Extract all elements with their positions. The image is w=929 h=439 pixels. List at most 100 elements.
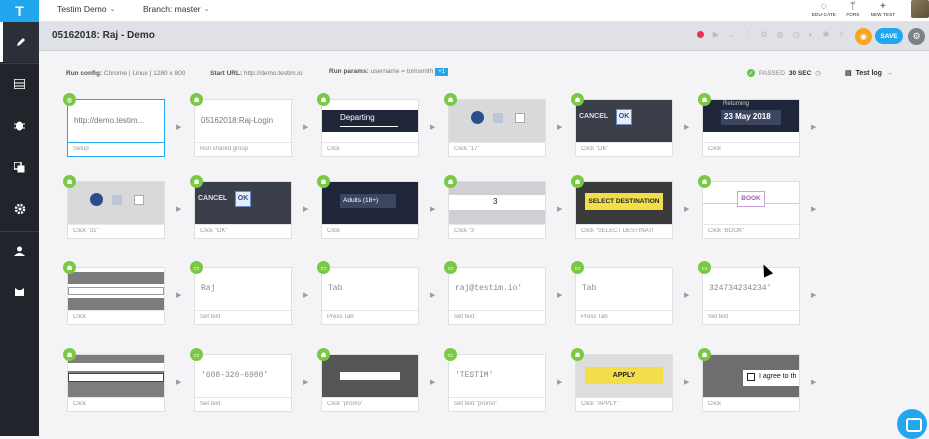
action-icon[interactable]: ☗ — [317, 348, 330, 361]
top-bar: Testim Demo ⌄ Branch: master ⌄ ◌ EDU-CATE ᛘ… — [39, 0, 929, 22]
keyboard-icon[interactable]: ◍ — [63, 93, 76, 106]
step-card[interactable]: I agree to th Click — [702, 354, 800, 412]
action-icon[interactable]: ☗ — [444, 93, 457, 106]
step-card[interactable]: 324734234234' Set text — [702, 267, 800, 325]
schedule-icon[interactable]: ◷ — [793, 30, 800, 39]
step-card[interactable]: Departing Click — [321, 99, 419, 157]
play-icon[interactable]: ▶ — [713, 30, 719, 39]
list-icon[interactable] — [0, 64, 39, 104]
settings-gear-icon[interactable]: ⚙ — [908, 28, 925, 45]
step-arrow-icon[interactable]: ▶ — [811, 123, 816, 131]
step-card[interactable]: BOOK Click "BOOK" — [702, 181, 800, 239]
fork-button[interactable]: ᛘ FORK — [838, 1, 868, 21]
action-icon[interactable]: ☗ — [698, 175, 711, 188]
action-icon[interactable]: ☗ — [63, 261, 76, 274]
bug-report-icon[interactable]: ✱ — [823, 30, 830, 39]
step-card[interactable]: 05162018:Raj-Login Run shared group — [194, 99, 292, 157]
step-card[interactable]: Click "31" — [67, 181, 165, 239]
step-card[interactable]: Click "17" — [448, 99, 546, 157]
step-card[interactable]: Click "promo" — [321, 354, 419, 412]
chevron-down-icon[interactable]: ⌄ — [728, 30, 735, 39]
step-arrow-icon[interactable]: ▶ — [811, 205, 816, 213]
database-icon[interactable]: ◍ — [777, 30, 784, 39]
plugin-icon[interactable] — [0, 272, 39, 312]
step-shot-sub: Returning — [723, 101, 750, 107]
step-card[interactable]: Adults (18+) Click — [321, 181, 419, 239]
step-label: Set text — [708, 314, 729, 320]
action-icon[interactable]: ☗ — [190, 93, 203, 106]
step-arrow-icon: ▶ — [430, 379, 436, 386]
action-icon[interactable]: ☗ — [444, 175, 457, 188]
bug-icon[interactable] — [0, 105, 39, 145]
share-icon[interactable]: ⇪ — [838, 30, 845, 39]
step-arrow-icon[interactable]: ▶ — [811, 378, 816, 386]
users-icon[interactable] — [0, 231, 39, 271]
keyboard-icon[interactable]: ▭ — [698, 261, 711, 274]
step-card[interactable]: 'TESTIM' Set text "promo" — [448, 354, 546, 412]
action-icon[interactable]: ☗ — [571, 348, 584, 361]
step-card[interactable]: Click — [67, 354, 165, 412]
step-screenshot: Returning 23 May 2018 — [703, 100, 799, 142]
action-icon[interactable]: ☗ — [63, 348, 76, 361]
step-shot-text: 3 — [493, 197, 498, 206]
step-divider — [195, 397, 291, 398]
step-icon[interactable]: ⋮ — [744, 30, 752, 39]
new-test-button[interactable]: + NEW TEST — [868, 1, 898, 21]
gear-icon[interactable] — [0, 189, 39, 229]
action-icon[interactable]: ☗ — [190, 175, 203, 188]
step-card[interactable]: Tab Press Tab — [321, 267, 419, 325]
record-icon[interactable] — [696, 31, 704, 38]
keyboard-icon[interactable]: ▭ — [571, 261, 584, 274]
action-icon[interactable]: ☗ — [571, 175, 584, 188]
step-card[interactable]: CANCEL OK Click "OK" — [575, 99, 673, 157]
keyboard-icon[interactable]: ▭ — [317, 261, 330, 274]
step-divider — [703, 224, 799, 225]
step-card[interactable]: CANCEL OK Click "OK" — [194, 181, 292, 239]
keyboard-icon[interactable]: ▭ — [444, 261, 457, 274]
step-card[interactable]: Raj Set text — [194, 267, 292, 325]
step-card[interactable]: Tab Press Tab — [575, 267, 673, 325]
run-params-more-badge[interactable]: +1 — [435, 68, 449, 76]
step-card[interactable]: http://demo.testim... Setup — [67, 99, 165, 157]
keyboard-icon[interactable]: ▭ — [444, 348, 457, 361]
step-divider — [703, 397, 799, 398]
step-screenshot — [68, 182, 164, 224]
step-screenshot: CANCEL OK — [576, 100, 672, 142]
action-icon[interactable]: ☗ — [317, 93, 330, 106]
keyboard-icon[interactable]: ▭ — [190, 348, 203, 361]
step-card[interactable]: APPLY Click "APPLY" — [575, 354, 673, 412]
testim-logo[interactable]: T — [0, 0, 39, 22]
step-card[interactable]: Click — [67, 267, 165, 325]
branch-selector[interactable]: Branch: master ⌄ — [143, 4, 210, 14]
status-badge: ✓ PASSED 30 SEC ◷ — [747, 69, 821, 77]
step-card[interactable]: 3 Click "3 — [448, 181, 546, 239]
chat-button[interactable] — [897, 409, 927, 439]
project-selector[interactable]: Testim Demo ⌄ — [57, 4, 115, 14]
step-arrow-icon[interactable]: ▶ — [811, 291, 816, 299]
test-title[interactable]: 05162018: Raj - Demo — [52, 30, 155, 41]
pencil-icon[interactable] — [0, 22, 39, 62]
action-icon[interactable]: ☗ — [317, 175, 330, 188]
save-button[interactable]: SAVE — [875, 28, 903, 44]
avatar[interactable] — [911, 0, 929, 18]
palette-icon[interactable]: ◐ — [809, 30, 814, 39]
step-shot-text: 'TESTIM' — [455, 371, 494, 380]
step-card[interactable]: raj@testim.io' Set text — [448, 267, 546, 325]
action-icon[interactable]: ☗ — [698, 93, 711, 106]
step-divider — [449, 310, 545, 311]
educate-button[interactable]: ◌ EDU-CATE — [809, 1, 839, 21]
action-icon[interactable]: ☗ — [571, 93, 584, 106]
keyboard-icon[interactable]: ▭ — [190, 261, 203, 274]
step-arrow-icon: ▶ — [303, 292, 309, 299]
action-icon[interactable]: ☗ — [698, 348, 711, 361]
step-card[interactable]: SELECT DESTINATION Click "SELECT DESTINAT… — [575, 181, 673, 239]
validate-icon[interactable]: ⚙ — [761, 30, 768, 39]
step-card[interactable]: '608-320-6980' Set text — [194, 354, 292, 412]
test-log-link[interactable]: ▤ Test log → — [845, 69, 893, 78]
copy-icon[interactable] — [0, 147, 39, 187]
action-icon[interactable]: ☗ — [63, 175, 76, 188]
notification-icon[interactable]: ◉ — [855, 28, 872, 45]
history-icon[interactable]: ◷ — [815, 69, 821, 77]
step-card[interactable]: Returning 23 May 2018 Click — [702, 99, 800, 157]
step-arrow-icon: ▶ — [303, 206, 309, 213]
